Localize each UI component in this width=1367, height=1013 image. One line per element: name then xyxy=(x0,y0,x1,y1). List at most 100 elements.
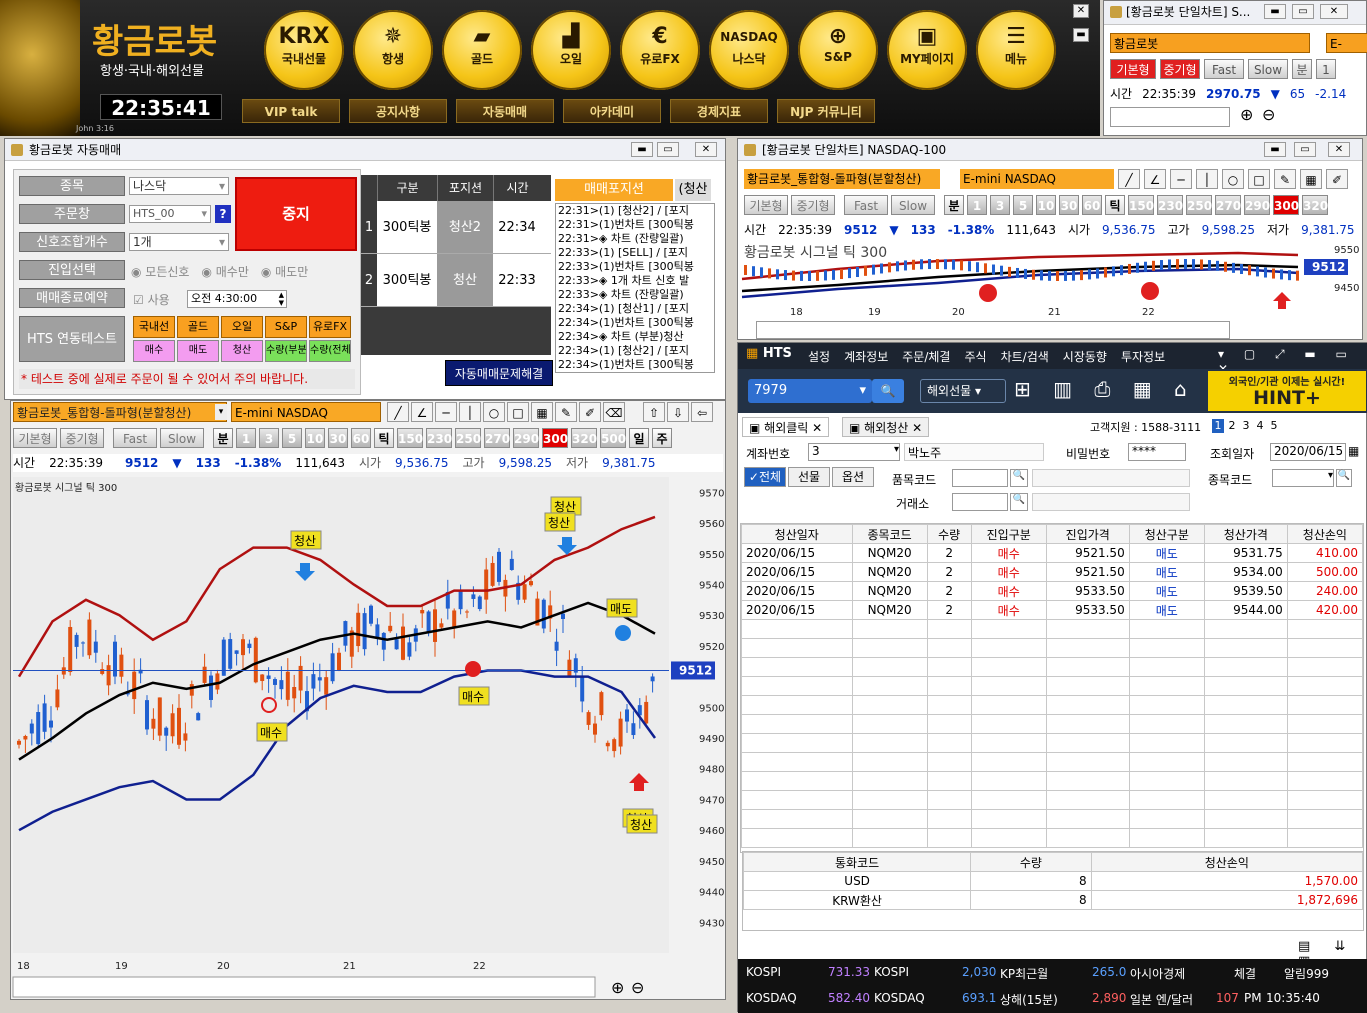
acct-no-select[interactable]: 3 ▾ xyxy=(808,443,900,461)
timeframe-tab[interactable]: 5 xyxy=(282,428,302,448)
mini-tab[interactable]: 분 xyxy=(1292,59,1312,79)
timeframe-tab[interactable]: 30 xyxy=(1059,195,1079,215)
candlestick-chart[interactable]: 황금로봇 시그널 틱 300 9570 9560 9550 9540 9530 9520 95… xyxy=(11,473,727,1001)
nav-button-6[interactable]: ⊕ S&P xyxy=(798,10,878,90)
page-number[interactable]: 4 xyxy=(1254,419,1266,433)
page-number[interactable]: 2 xyxy=(1226,419,1238,433)
timeframe-tab[interactable]: 주 xyxy=(652,428,672,448)
timeframe-tab[interactable]: 기본형 xyxy=(13,428,57,448)
drawing-tool-icon[interactable]: □ xyxy=(507,402,529,422)
timeframe-tab[interactable]: 250 xyxy=(455,428,481,448)
minimize-icon[interactable]: ▬ xyxy=(1073,28,1089,42)
timeframe-tab[interactable]: 기본형 xyxy=(744,195,788,215)
hts-tab[interactable]: ▣ 해외클릭 ✕ xyxy=(742,417,830,437)
mini-tab[interactable]: 1 xyxy=(1316,59,1336,79)
entry-radio[interactable]: ◉ 매도만 xyxy=(261,265,308,279)
test-button[interactable]: 수량(전체) xyxy=(309,340,351,362)
chevron-down-icon[interactable]: ▾ xyxy=(215,404,227,420)
drawing-tool-icon[interactable]: ─ xyxy=(1170,169,1192,189)
calendar-icon[interactable]: ▦ xyxy=(1348,444,1359,458)
drawing-tool-icon[interactable]: ✎ xyxy=(1274,169,1296,189)
timeframe-tab[interactable]: 3 xyxy=(990,195,1010,215)
drawing-tool-icon[interactable]: ✐ xyxy=(1326,169,1348,189)
drawing-tool-icon[interactable]: ✐ xyxy=(579,402,601,422)
product-code-input[interactable] xyxy=(952,469,1008,487)
search-icon[interactable]: 🔍 xyxy=(1010,469,1028,487)
mini-symbol-select[interactable]: 황금로봇 xyxy=(1110,33,1310,53)
test-button[interactable]: 골드 xyxy=(177,316,219,338)
timeframe-tab[interactable]: 300 xyxy=(1273,195,1299,215)
minimize-button[interactable]: ▬ xyxy=(1264,142,1286,157)
hts-menu-item[interactable]: 설정 xyxy=(808,350,830,364)
hts-menu-item[interactable]: 투자정보 xyxy=(1121,350,1165,364)
timeframe-tab[interactable]: 일 xyxy=(629,428,649,448)
mini-tab[interactable]: 기본형 xyxy=(1110,59,1156,79)
timeframe-tab[interactable]: 틱 xyxy=(1105,195,1125,215)
timeframe-tab[interactable]: 150 xyxy=(1128,195,1154,215)
zoom-in-icon[interactable]: ⊕ xyxy=(1240,105,1253,124)
timeframe-tab[interactable]: 1 xyxy=(236,428,256,448)
timeframe-tab[interactable]: 1 xyxy=(967,195,987,215)
timeframe-tab[interactable]: 10 xyxy=(1036,195,1056,215)
table-row[interactable]: 2020/06/15 NQM20 2 매수 9533.50 매도 9544.00 420.00 xyxy=(741,600,1364,620)
nav-button-1[interactable]: ✵ 항생 xyxy=(353,10,433,90)
timeframe-tab[interactable]: 230 xyxy=(1157,195,1183,215)
sub-nav-button[interactable]: 경제지표 xyxy=(670,99,768,123)
timeframe-tab[interactable]: 290 xyxy=(1244,195,1270,215)
timeframe-tab[interactable]: 250 xyxy=(1186,195,1212,215)
hts-menu-item[interactable]: 주식 xyxy=(964,350,986,364)
timeframe-tab[interactable]: Slow xyxy=(160,428,204,448)
nav-button-3[interactable]: ▟ 오일 xyxy=(531,10,611,90)
close-button[interactable]: ✕ xyxy=(1328,142,1350,157)
table-row[interactable]: 2020/06/15 NQM20 2 매수 9521.50 매도 9531.75 410.00 xyxy=(741,543,1364,563)
timeframe-tab[interactable]: 중기형 xyxy=(791,195,835,215)
timeframe-tab[interactable]: 60 xyxy=(1082,195,1102,215)
filter-button[interactable]: 옵션 xyxy=(832,467,874,487)
drawing-tool-icon[interactable]: ╱ xyxy=(387,402,409,422)
hts-tab[interactable]: ▣ 해외청산 ✕ xyxy=(842,417,930,437)
timeframe-tab[interactable]: 틱 xyxy=(374,428,394,448)
sub-nav-button[interactable]: 아카데미 xyxy=(563,99,661,123)
timeframe-tab[interactable]: 분 xyxy=(944,195,964,215)
minimize-button[interactable]: ▬ xyxy=(1264,4,1286,19)
test-button[interactable]: 국내선물 xyxy=(133,316,175,353)
test-button[interactable]: 매수 xyxy=(133,340,175,362)
zoom-out-icon[interactable]: ⊖ xyxy=(631,978,644,997)
item-select[interactable]: 나스닥 ▾ xyxy=(129,177,229,195)
timeframe-tab[interactable]: 3 xyxy=(259,428,279,448)
timeframe-tab[interactable]: 10 xyxy=(305,428,325,448)
drawing-tool-icon[interactable]: ⇧ xyxy=(643,402,665,422)
nav-button-5[interactable]: NASDAQ 나스닥 xyxy=(709,10,789,90)
search-icon[interactable]: 🔍 xyxy=(1336,469,1352,487)
item-code-select[interactable]: ▾ xyxy=(1272,469,1334,487)
timeframe-tab[interactable]: Fast xyxy=(844,195,888,215)
date-field[interactable]: 2020/06/15 xyxy=(1270,443,1346,461)
use-checkbox[interactable]: ☑ 사용 xyxy=(133,291,170,308)
table-row[interactable]: 2020/06/15 NQM20 2 매수 9521.50 매도 9534.00 500.00 xyxy=(741,562,1364,582)
page-number[interactable]: 3 xyxy=(1240,419,1252,433)
zoom-out-icon[interactable]: ⊖ xyxy=(1262,105,1275,124)
drawing-tool-icon[interactable]: ╱ xyxy=(1118,169,1140,189)
timeframe-tab[interactable]: 500 xyxy=(600,428,626,448)
timeframe-tab[interactable]: Fast xyxy=(113,428,157,448)
timeframe-tab[interactable]: 60 xyxy=(351,428,371,448)
timeframe-tab[interactable]: 150 xyxy=(397,428,423,448)
drawing-tool-icon[interactable]: ⇩ xyxy=(667,402,689,422)
entry-radio[interactable]: ◉ 매수만 xyxy=(201,265,248,279)
strategy-select[interactable]: 황금로봇_통합형-돌파형(분할청산) xyxy=(13,402,227,422)
filter-button[interactable]: 선물 xyxy=(788,467,830,487)
drawing-tool-icon[interactable]: ∠ xyxy=(411,402,433,422)
end-time-input[interactable]: 오전 4:30:00 ▲ ▼ xyxy=(187,290,287,308)
timeframe-tab[interactable]: 320 xyxy=(1302,195,1328,215)
timeframe-tab[interactable]: 270 xyxy=(1215,195,1241,215)
nav-button-7[interactable]: ▣ MY페이지 xyxy=(887,10,967,90)
drawing-tool-icon[interactable]: ○ xyxy=(483,402,505,422)
hts-menu-item[interactable]: 차트/검색 xyxy=(1001,350,1049,364)
mini-tab[interactable]: Fast xyxy=(1204,59,1244,79)
sub-nav-button[interactable]: VIP talk xyxy=(242,99,340,123)
signal-select[interactable]: 1개 ▾ xyxy=(129,233,229,251)
sub-nav-button[interactable]: 자동매매 xyxy=(456,99,554,123)
timeframe-tab[interactable]: 230 xyxy=(426,428,452,448)
close-button[interactable]: ✕ xyxy=(1320,4,1348,19)
pos-row[interactable]: 1 300틱봉 청산2 22:34 xyxy=(361,201,551,254)
